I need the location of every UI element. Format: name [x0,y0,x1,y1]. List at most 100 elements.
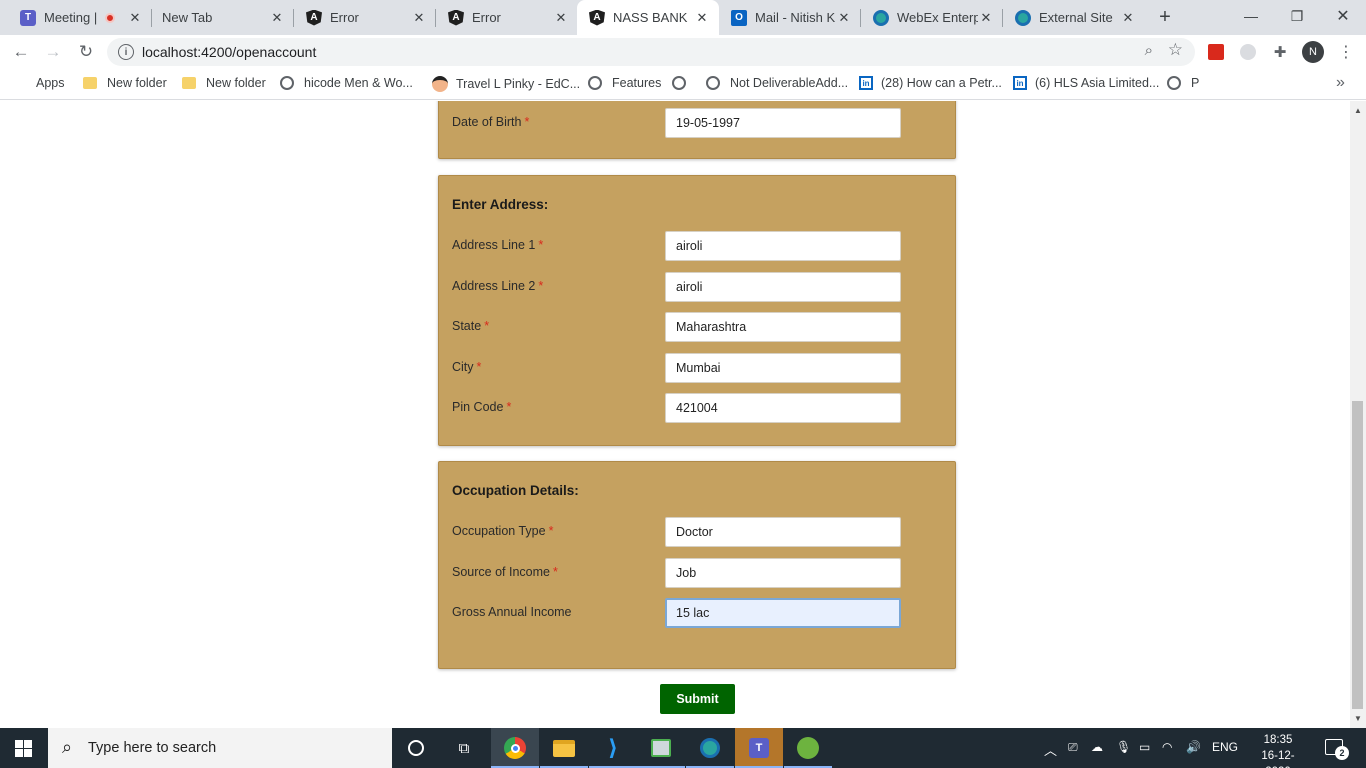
dob-input[interactable]: 19-05-1997 [665,108,901,138]
chrome-taskbar-icon[interactable] [491,728,539,768]
bookmark-travel[interactable]: Travel L Pinky - EdC... [432,76,580,92]
close-icon[interactable]: ✕ [553,10,569,26]
required-marker: * [506,400,512,414]
task-view-icon[interactable]: ⧉ [440,728,488,768]
windows-start-icon[interactable] [15,740,32,757]
city-input[interactable]: Mumbai [665,353,901,383]
pin-code-input[interactable]: 421004 [665,393,901,423]
page-scrollbar[interactable]: ▲ ▼ [1350,101,1366,728]
taskbar-search-box[interactable]: ⌕ Type here to search [48,728,392,768]
required-marker: * [548,524,554,538]
volume-icon[interactable]: 🔊 [1186,740,1201,754]
battery-icon[interactable]: ▭ [1139,740,1150,754]
onedrive-cloud-icon[interactable]: ☁ [1091,740,1103,754]
language-indicator[interactable]: ENG [1212,740,1238,754]
task-manager-icon[interactable] [637,728,685,768]
restore-button[interactable]: ❐ [1274,0,1320,32]
angular-icon: A [589,9,605,26]
globe-icon [280,76,294,90]
submit-button[interactable]: Submit [660,684,735,714]
minimize-button[interactable]: — [1228,0,1274,32]
bookmark-star-icon[interactable]: ☆ [1168,40,1183,60]
bookmark-linkedin-1[interactable]: in (28) How can a Petr... [859,76,1002,90]
bookmark-label: Travel L Pinky - EdC... [456,77,581,91]
bookmark-label: hicode Men & Wo... [304,76,413,90]
device-icon[interactable]: ⎚ [1068,740,1078,755]
address-bar[interactable]: i localhost:4200/openaccount ⌕ ☆ [107,38,1195,66]
menu-kebab-icon[interactable]: ⋮ [1334,40,1358,64]
zoom-icon[interactable]: ⌕ [1145,42,1153,59]
close-icon[interactable]: ✕ [1120,10,1136,26]
tab-meeting[interactable]: T Meeting | ✕ [8,0,152,35]
microphone-icon[interactable]: 🎙 [1116,740,1131,754]
close-icon[interactable]: ✕ [269,10,285,26]
cortana-icon[interactable] [392,728,440,768]
tab-webex[interactable]: WebEx Enterp ✕ [861,0,1003,35]
scrollbar-thumb[interactable] [1352,401,1363,709]
bookmark-hicode[interactable]: hicode Men & Wo... [280,76,413,90]
close-icon[interactable]: ✕ [836,10,852,26]
personal-details-panel: Date of Birth * 19-05-1997 [438,101,956,159]
scroll-down-arrow-icon[interactable]: ▼ [1354,714,1362,723]
occupation-heading: Occupation Details: [452,483,579,498]
bookmark-new-folder-2[interactable]: New folder [181,76,266,90]
tab-mail[interactable]: O Mail - Nitish K ✕ [719,0,861,35]
required-marker: * [476,360,482,374]
close-icon[interactable]: ✕ [694,10,710,26]
window-close-button[interactable]: ✕ [1320,0,1366,32]
address-line-1-input[interactable]: airoli [665,231,901,261]
clock-time: 18:35 [1263,734,1293,746]
extension-red-icon[interactable] [1208,44,1224,60]
source-of-income-input[interactable]: Job [665,558,901,588]
chevron-right-icon[interactable]: » [1336,74,1345,92]
bookmark-linkedin-2[interactable]: in (6) HLS Asia Limited... [1013,76,1159,90]
browser-toolbar: ← → ↻ i localhost:4200/openaccount ⌕ ☆ ✚… [0,35,1366,69]
close-icon[interactable]: ✕ [411,10,427,26]
search-icon: ⌕ [62,737,73,757]
new-tab-button[interactable]: + [1154,6,1176,28]
wifi-icon[interactable]: ◠ [1162,740,1172,754]
forward-button[interactable]: → [41,40,65,64]
bookmark-p[interactable]: P [1167,76,1199,90]
occupation-type-input[interactable]: Doctor [665,517,901,547]
tab-new-tab[interactable]: New Tab ✕ [152,0,294,35]
field-label: Occupation Type * [452,524,554,538]
address-line-2-input[interactable]: airoli [665,272,901,302]
notification-center-icon[interactable]: 2 [1325,739,1349,760]
apps-grid-icon [14,76,28,90]
spring-tool-icon[interactable] [784,728,832,768]
system-clock[interactable]: 18:35 16-12-2020 [1252,732,1304,768]
bookmark-new-folder-1[interactable]: New folder [82,76,167,90]
site-info-icon[interactable]: i [118,44,134,60]
reload-button[interactable]: ↻ [74,40,98,64]
tab-external-site[interactable]: External Site ✕ [1003,0,1145,35]
profile-avatar[interactable]: N [1302,41,1324,63]
file-explorer-icon[interactable] [540,728,588,768]
back-button[interactable]: ← [9,40,33,64]
close-icon[interactable]: ✕ [127,10,143,26]
bookmark-features[interactable]: Features [588,76,661,90]
bookmark-untitled[interactable] [672,76,696,90]
bookmark-apps[interactable]: Apps [14,76,65,90]
teams-icon: T [20,9,36,26]
tab-title: Error [472,10,501,25]
tab-error-1[interactable]: A Error ✕ [294,0,436,35]
field-row-source-of-income: Source of Income * Job [439,558,955,588]
required-marker: * [524,115,530,129]
tab-error-2[interactable]: A Error ✕ [436,0,578,35]
bookmark-not-deliverable[interactable]: Not DeliverableAdd... [706,76,848,90]
extension-grey-icon[interactable] [1240,44,1256,60]
field-label: Date of Birth * [452,115,530,129]
vscode-icon[interactable]: ⟩ [589,728,637,768]
search-placeholder: Type here to search [88,740,217,756]
chevron-up-icon[interactable]: ︿ [1044,740,1057,759]
scroll-up-arrow-icon[interactable]: ▲ [1354,106,1362,115]
tab-nass-bank[interactable]: A NASS BANK ✕ [577,0,719,35]
gross-annual-income-input[interactable]: 15 lac [665,598,901,628]
state-input[interactable]: Maharashtra [665,312,901,342]
globe-icon [706,76,720,90]
teams-taskbar-icon[interactable]: T [735,728,783,768]
close-icon[interactable]: ✕ [978,10,994,26]
webex-taskbar-icon[interactable] [686,728,734,768]
extensions-puzzle-icon[interactable]: ✚ [1268,40,1292,64]
